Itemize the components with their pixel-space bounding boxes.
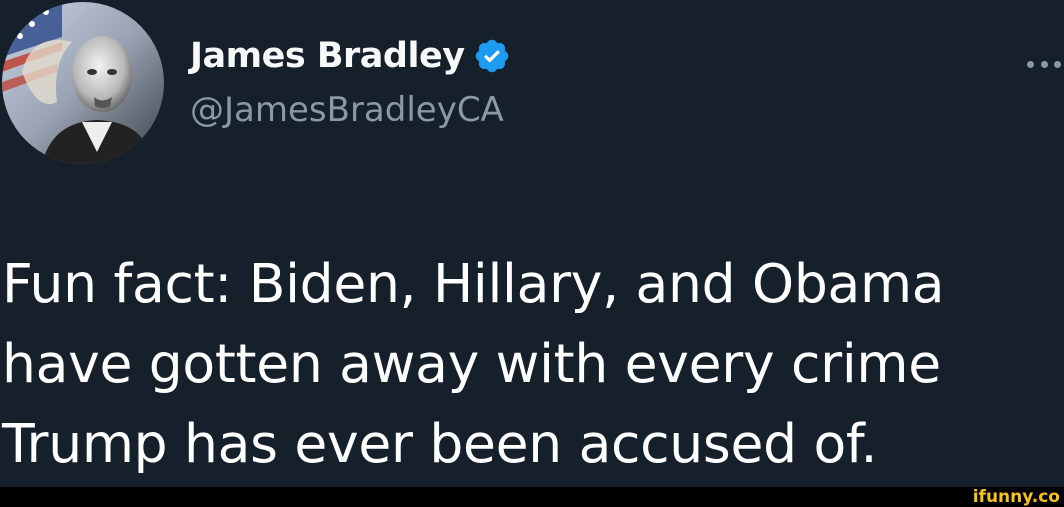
author-name-row: James Bradley — [190, 28, 511, 84]
verified-badge-icon — [475, 39, 508, 73]
author-handle[interactable]: @JamesBradleyCA — [190, 90, 504, 130]
tweet-card: James Bradley @JamesBradleyCA Fun fact: … — [0, 0, 1064, 487]
more-dot — [1054, 60, 1061, 68]
more-options-icon[interactable] — [1027, 56, 1061, 72]
ifunny-watermark: ifunny.co — [972, 487, 1060, 507]
watermark-bar: ifunny.co — [0, 487, 1064, 507]
author-avatar[interactable] — [2, 2, 164, 164]
tweet-text-line: Fun fact: Biden, Hillary, and Obama — [2, 252, 945, 315]
tweet-text-line: Trump has ever been accused of. — [2, 412, 878, 475]
author-display-name[interactable]: James Bradley — [190, 36, 465, 76]
avatar-image — [2, 2, 164, 164]
more-dot — [1040, 60, 1048, 68]
tweet-text: Fun fact: Biden, Hillary, and Obama have… — [2, 244, 1060, 484]
tweet-text-line: have gotten away with every crime — [2, 332, 941, 395]
more-dot — [1027, 60, 1034, 68]
